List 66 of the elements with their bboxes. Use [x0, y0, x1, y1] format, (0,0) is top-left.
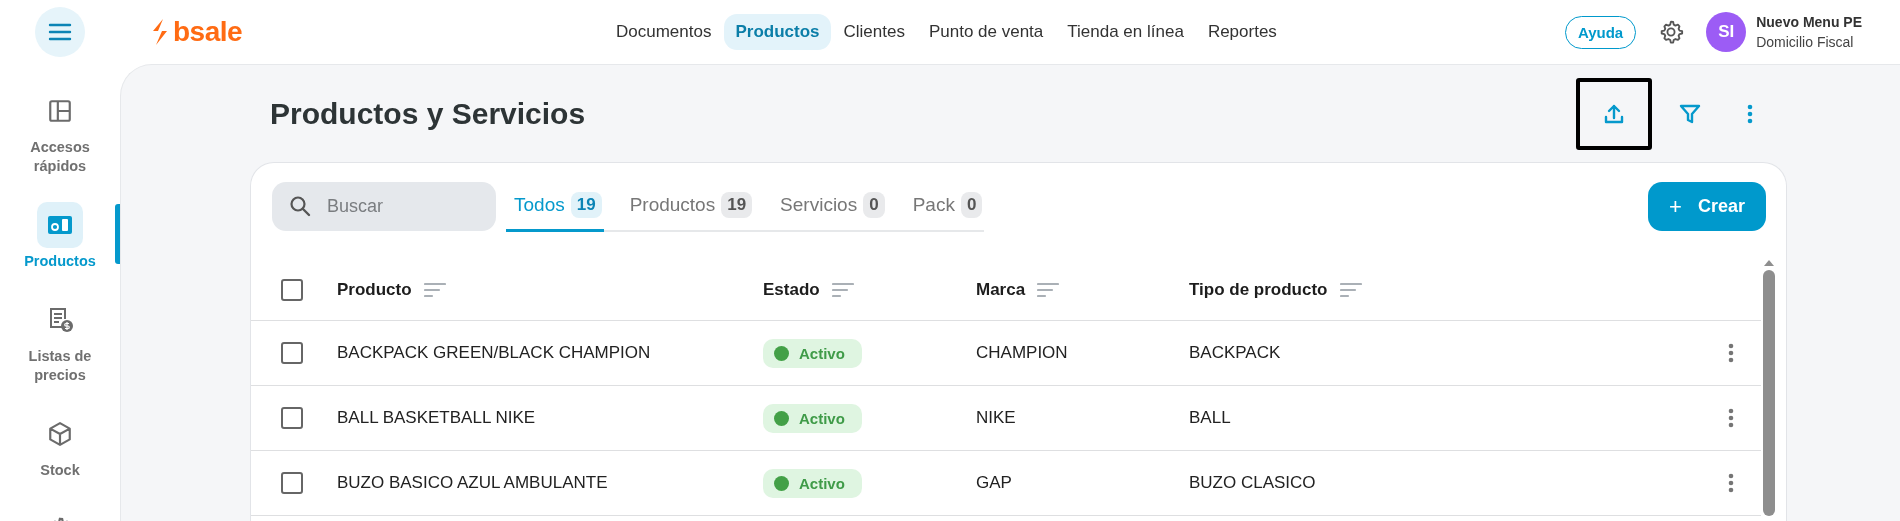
sidebar-item[interactable]: Stock [0, 407, 120, 484]
count-badge: 19 [721, 192, 753, 218]
column-header: Tipo de producto [1189, 279, 1328, 300]
product-icon [46, 213, 74, 237]
status-badge: Activo [763, 403, 862, 433]
account-name: Nuevo Menu PE [1756, 13, 1862, 32]
user-avatar[interactable]: SI [1706, 12, 1747, 52]
count-badge: 0 [960, 192, 983, 218]
scroll-up-arrow-icon[interactable] [1763, 259, 1775, 267]
nav-link[interactable]: Clientes [832, 14, 916, 50]
table-cell-text: BUZO CLASICO [1189, 473, 1317, 493]
more-icon[interactable] [1728, 343, 1734, 363]
column-header: Estado [763, 279, 820, 300]
count-badge: 19 [570, 192, 602, 218]
lightning-logo-icon [150, 18, 170, 46]
table-cell-text: BALL [1189, 408, 1232, 428]
filter-tab[interactable]: Pack 0 [904, 181, 985, 232]
table-cell-text: BACKPACK GREEN/BLACK CHAMPION [337, 343, 652, 363]
more-icon[interactable] [1747, 103, 1753, 124]
sidebar-item[interactable]: Listas de precios [0, 293, 120, 389]
search-icon [288, 194, 312, 218]
menu-icon [48, 23, 72, 41]
sort-icon [423, 281, 446, 298]
layout-icon [47, 98, 73, 124]
status-badge: Activo [763, 338, 862, 368]
search-field[interactable]: Buscar [272, 182, 496, 231]
sort-icon [1339, 281, 1362, 298]
nav-link[interactable]: Punto de venta [917, 14, 1055, 50]
nav-link[interactable]: Documentos [605, 14, 723, 50]
account-subtitle: Domicilio Fiscal [1756, 33, 1855, 52]
settings-icon[interactable] [1658, 19, 1685, 45]
more-icon[interactable] [1728, 473, 1734, 493]
checkbox[interactable] [281, 472, 303, 494]
sidebar-item[interactable]: Productos [0, 198, 120, 275]
filter-tab[interactable]: Productos 19 [621, 181, 755, 232]
menu-button[interactable] [35, 7, 85, 57]
status-badge: Activo [763, 468, 862, 498]
table-cell-text: BUZO BASICO AZUL AMBULANTE [337, 473, 609, 493]
nav-link[interactable]: Productos [724, 14, 831, 50]
table-cell-text: BALL BASKETBALL NIKE [337, 408, 537, 428]
checkbox[interactable] [281, 342, 303, 364]
filter-tab[interactable]: Todos 19 [506, 181, 604, 232]
table-cell-text: NIKE [976, 408, 1017, 428]
active-indicator [115, 204, 120, 264]
logo-text: bsale [173, 16, 243, 48]
upload-button[interactable] [1576, 77, 1652, 150]
nav-link[interactable]: Tienda en línea [1056, 14, 1195, 50]
filter-tab[interactable]: Servicios 0 [772, 181, 887, 232]
sort-icon [1037, 281, 1060, 298]
table-cell-text: BACKPACK [1189, 343, 1282, 363]
create-button[interactable]: + Crear [1648, 182, 1766, 231]
more-icon[interactable] [1728, 408, 1734, 428]
column-header: Producto [337, 279, 412, 300]
table-cell-text: CHAMPION [976, 343, 1069, 363]
nav-link[interactable]: Reportes [1196, 14, 1288, 50]
checkbox[interactable] [281, 278, 303, 301]
page-title: Productos y Servicios [270, 96, 587, 131]
cube-icon [47, 421, 73, 447]
help-button[interactable]: Ayuda [1564, 15, 1637, 49]
scrollbar[interactable] [1761, 259, 1777, 516]
column-header: Marca [976, 279, 1026, 300]
sidebar-item[interactable]: Accesos rápidos [0, 84, 120, 180]
table-cell-text: GAP [976, 473, 1013, 493]
count-badge: 0 [863, 192, 885, 218]
sort-icon [831, 281, 854, 298]
checkbox[interactable] [281, 407, 303, 429]
